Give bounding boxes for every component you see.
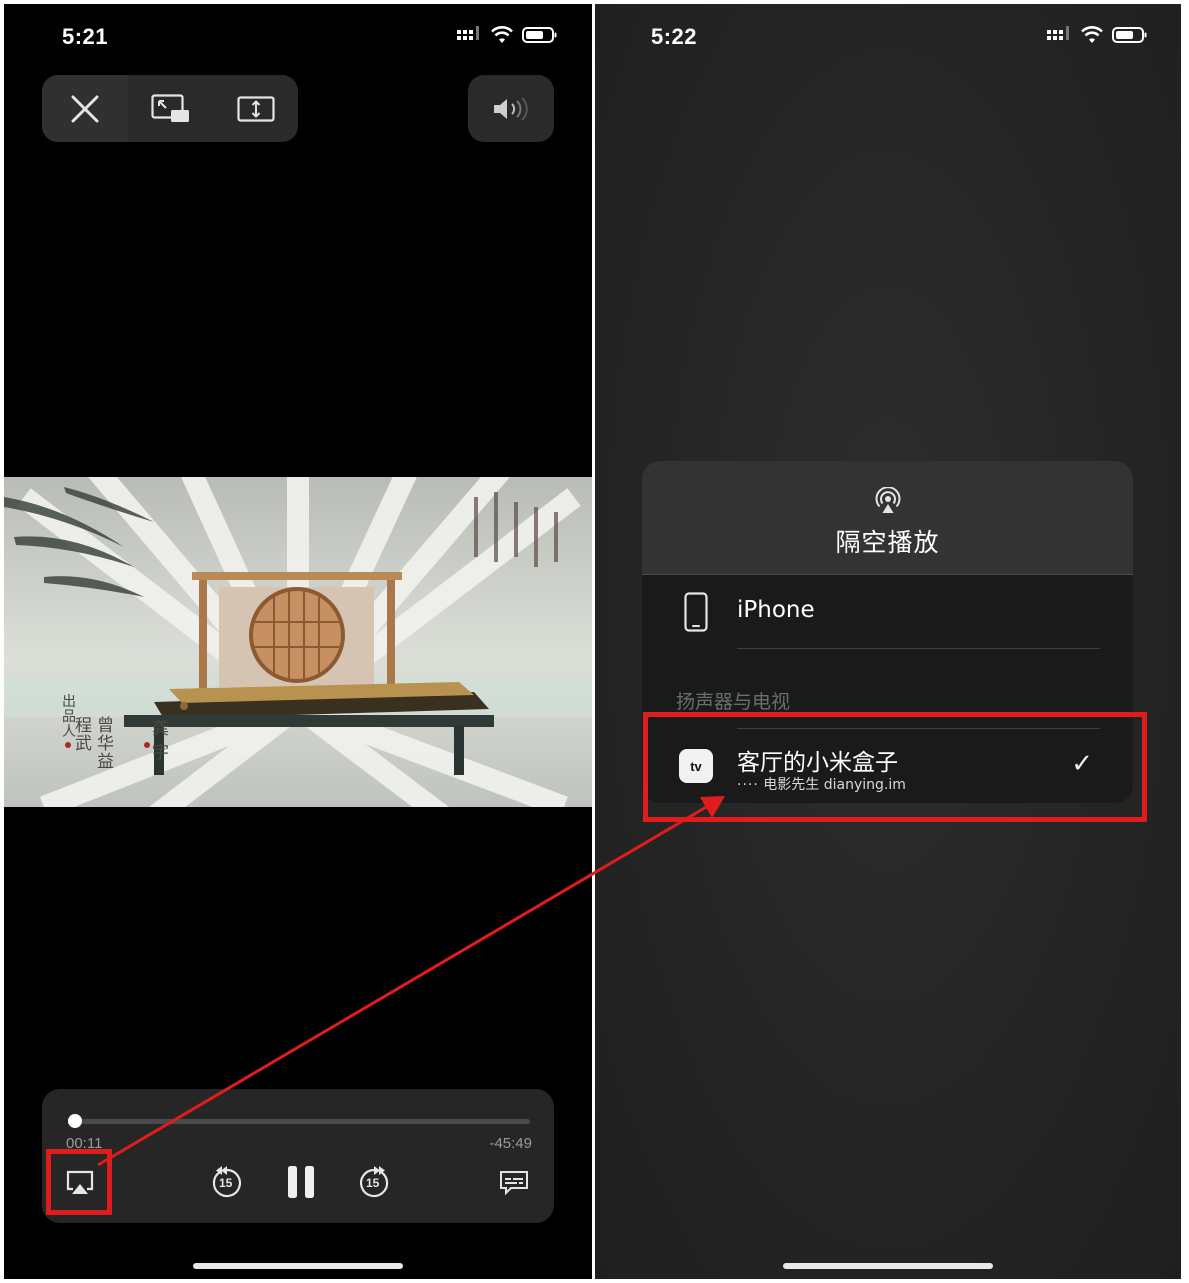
home-indicator[interactable]: [783, 1263, 993, 1269]
battery-icon: [1112, 27, 1147, 43]
pause-icon: [288, 1166, 314, 1198]
subtitles-icon: [500, 1171, 528, 1196]
volume-button[interactable]: [468, 75, 554, 142]
video-credit-text: 程武: [75, 716, 92, 754]
speakers-tv-section-label: 扬声器与电视: [676, 691, 791, 713]
cellular-signal-icon: [1047, 26, 1069, 40]
progress-knob[interactable]: [67, 1114, 82, 1128]
device-row-iphone[interactable]: iPhone: [642, 575, 1133, 653]
annotation-box-selected-device: [643, 712, 1147, 822]
cellular-signal-icon: [457, 26, 479, 40]
progress-bar[interactable]: [68, 1119, 530, 1124]
status-icons: [456, 26, 558, 44]
subtitles-button[interactable]: [494, 1163, 534, 1203]
close-icon: [71, 95, 99, 122]
video-credit-text: 龚宇: [152, 719, 169, 763]
playback-buttons: 15 15: [42, 1159, 554, 1209]
status-time: 5:21: [62, 24, 109, 49]
battery-icon: [522, 27, 557, 43]
airplay-audio-icon: [875, 487, 900, 513]
skip-forward-button[interactable]: 15: [351, 1159, 397, 1205]
left-phone-screen: 5:21 出品人 曾华益 程武 龚宇 00:11 -45:49 15 15: [4, 4, 592, 1279]
skip-back-button[interactable]: 15: [204, 1159, 250, 1205]
playback-controls: 00:11 -45:49 15 15: [42, 1089, 554, 1223]
airplay-title: 隔空播放: [835, 528, 940, 557]
divider: [737, 648, 1100, 649]
picture-in-picture-button[interactable]: [128, 75, 213, 142]
airplay-panel-header: 隔空播放: [642, 461, 1133, 575]
skip-back-label: 15: [219, 1176, 233, 1190]
home-indicator[interactable]: [193, 1263, 403, 1269]
remaining-time: -45:49: [489, 1135, 532, 1152]
speaker-icon: [494, 96, 528, 121]
player-top-controls: [42, 75, 298, 142]
annotation-box-airplay-button: [46, 1149, 112, 1215]
close-button[interactable]: [42, 75, 128, 142]
video-frame[interactable]: 出品人 曾华益 程武 龚宇: [4, 477, 592, 807]
right-phone-screen: 5:22 隔空播放 iPhone 扬声器与电视 tv 客厅的小米盒子 ···· …: [595, 4, 1181, 1279]
aspect-fill-icon: [236, 95, 275, 122]
video-credit-text: 曾华益: [97, 716, 114, 772]
status-icons: [1046, 26, 1148, 44]
aspect-ratio-button[interactable]: [213, 75, 298, 142]
status-time: 5:22: [651, 24, 698, 49]
wifi-icon: [1081, 26, 1103, 43]
device-name-iphone: iPhone: [737, 597, 815, 623]
iphone-icon: [684, 592, 708, 632]
wifi-icon: [491, 26, 513, 43]
pause-button[interactable]: [278, 1159, 324, 1205]
picture-in-picture-icon: [150, 93, 189, 122]
skip-forward-label: 15: [366, 1176, 380, 1190]
video-image: [4, 477, 592, 807]
